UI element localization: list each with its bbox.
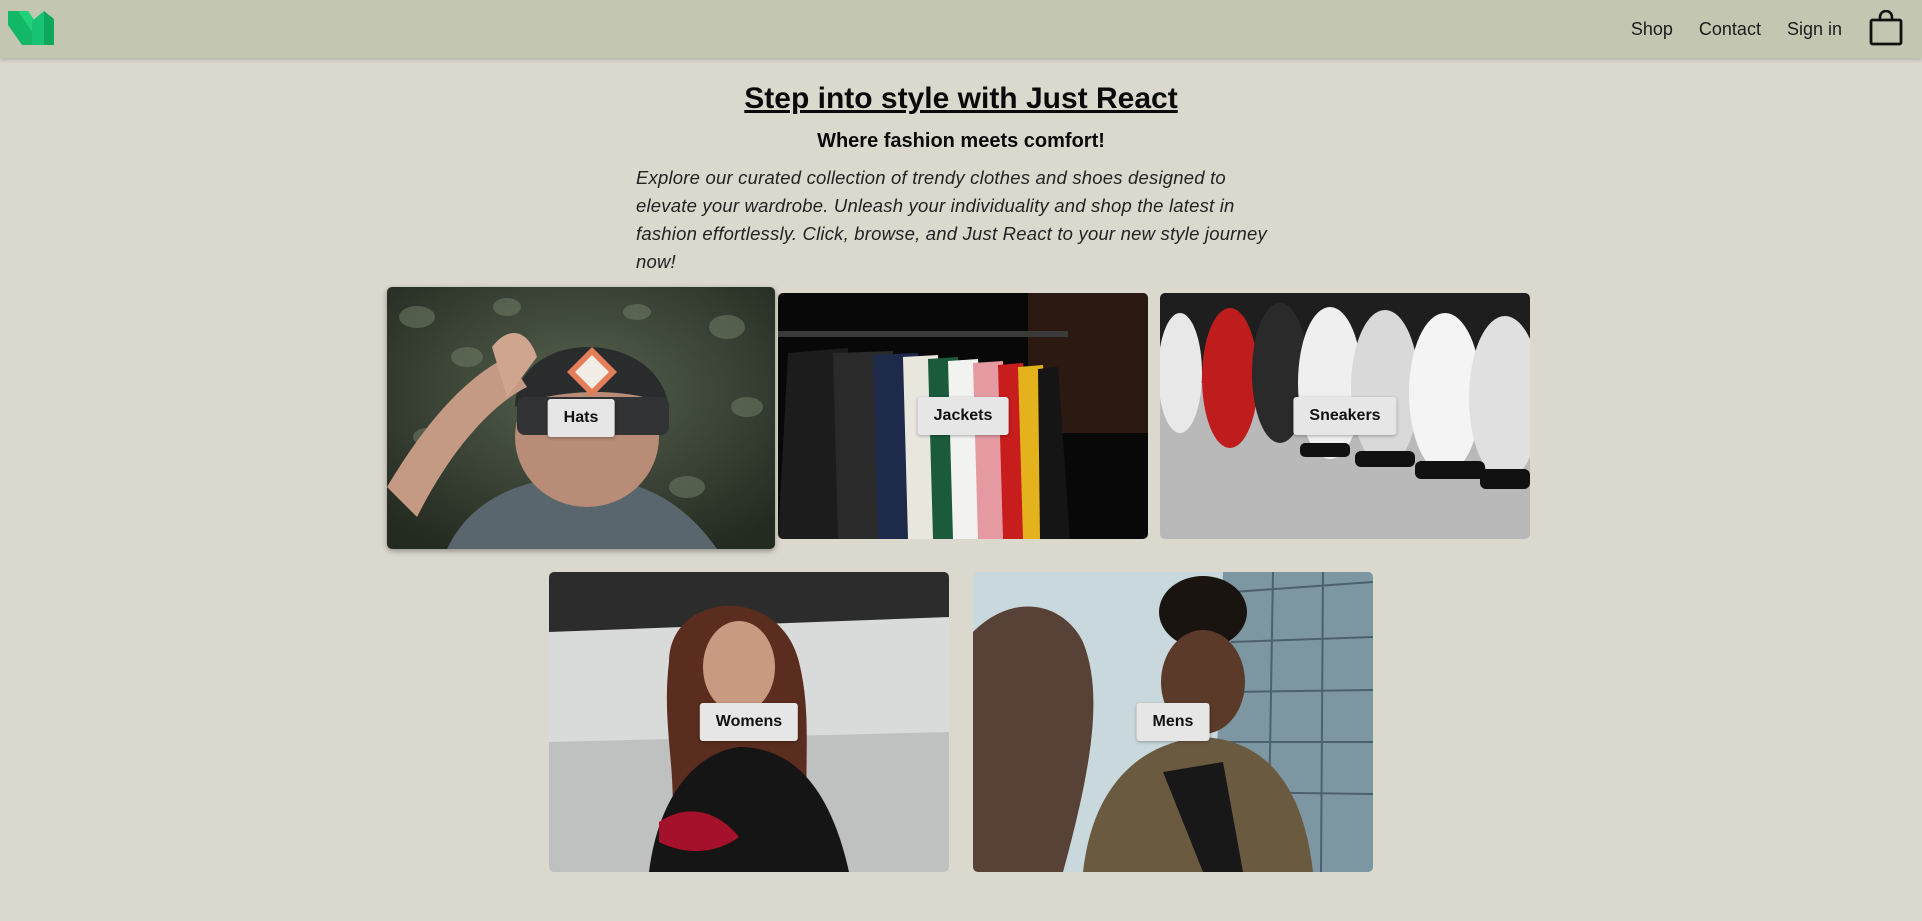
navbar: Shop Contact Sign in	[0, 0, 1922, 58]
category-label-jackets: Jackets	[917, 397, 1009, 435]
category-card-womens[interactable]: Womens	[549, 572, 949, 872]
category-label-womens: Womens	[699, 703, 799, 741]
page-subtitle: Where fashion meets comfort!	[817, 130, 1105, 152]
medium-m-logo[interactable]	[8, 9, 56, 47]
category-label-mens: Mens	[1136, 703, 1210, 741]
category-card-sneakers[interactable]: Sneakers	[1160, 293, 1530, 539]
page-title: Step into style with Just React	[744, 82, 1178, 115]
category-label-sneakers: Sneakers	[1293, 397, 1397, 435]
nav-signin-link[interactable]: Sign in	[1787, 19, 1842, 40]
shopping-bag-icon[interactable]	[1868, 10, 1904, 46]
category-card-mens[interactable]: Mens	[973, 572, 1373, 872]
category-label-hats: Hats	[547, 399, 615, 437]
nav-contact-link[interactable]: Contact	[1699, 19, 1761, 40]
nav-links: Shop Contact Sign in	[1631, 0, 1842, 58]
category-card-jackets[interactable]: Jackets	[778, 293, 1148, 539]
intro-text: Explore our curated collection of trendy…	[636, 167, 1267, 272]
category-card-hats[interactable]: Hats	[387, 287, 775, 549]
nav-shop-link[interactable]: Shop	[1631, 19, 1673, 40]
